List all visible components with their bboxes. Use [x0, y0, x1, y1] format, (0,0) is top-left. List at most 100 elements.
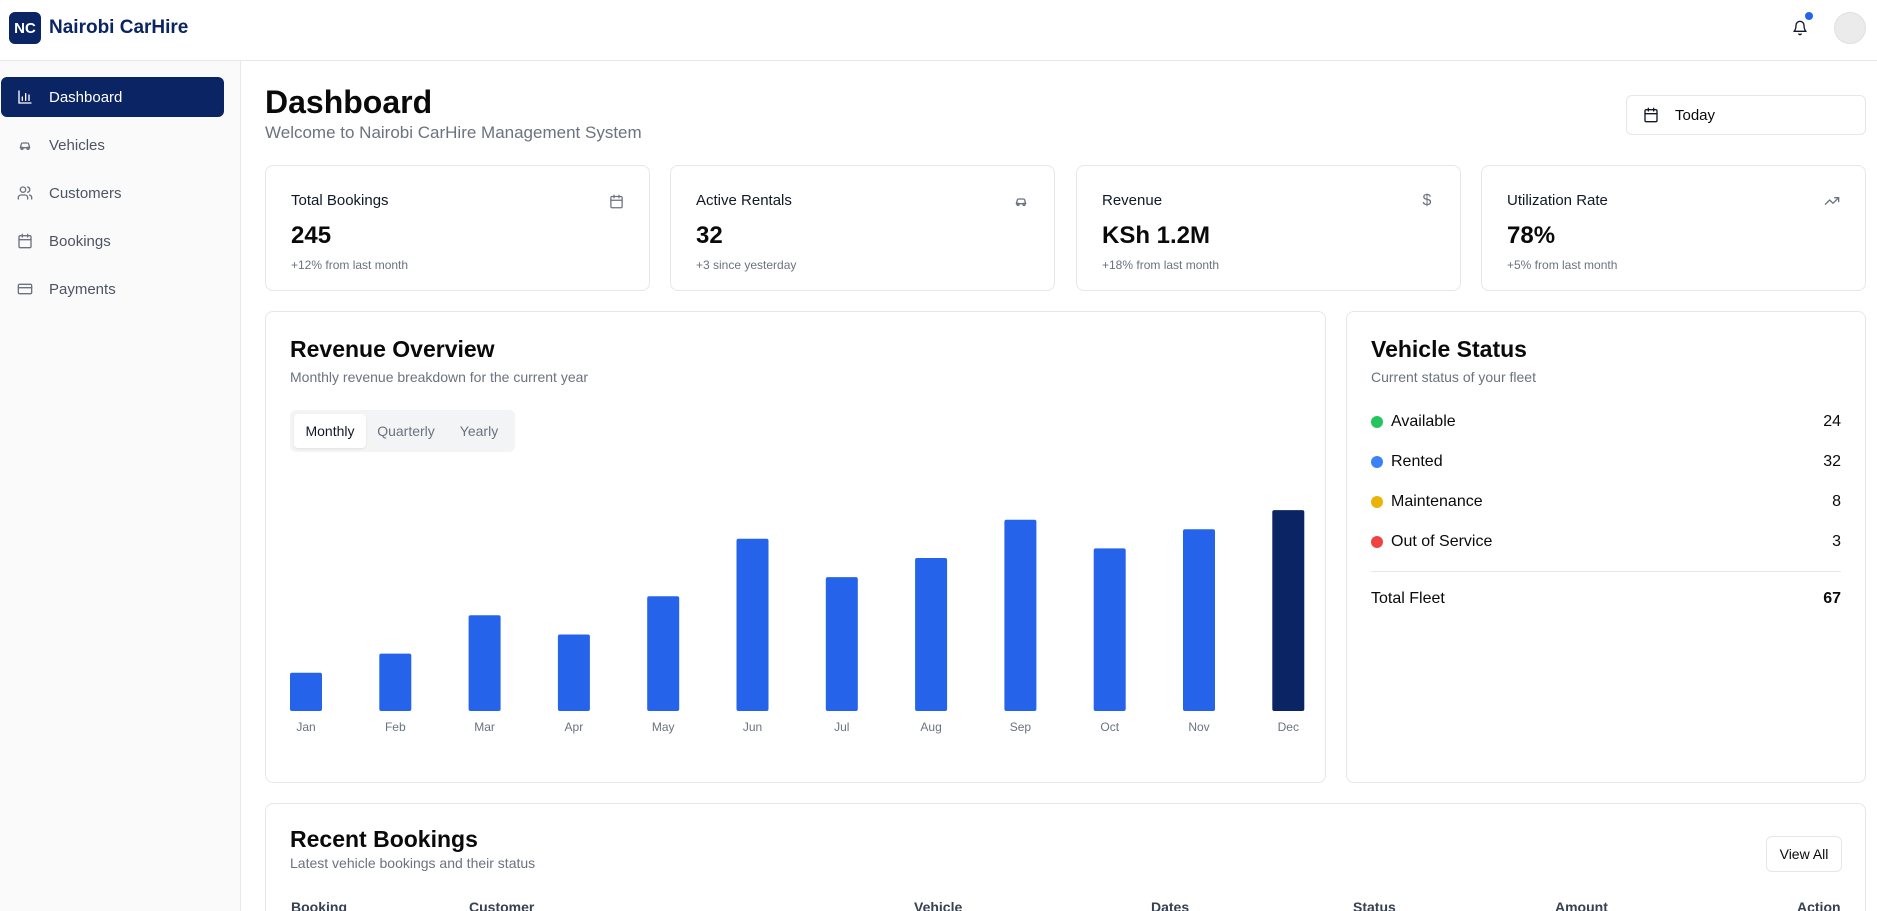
column-header-amount[interactable]: Amount — [1555, 899, 1608, 911]
status-row-out-of-service: Out of Service 3 — [1371, 530, 1841, 554]
status-label: Out of Service — [1391, 533, 1493, 550]
status-count: 3 — [1832, 533, 1841, 550]
stat-value: 245 — [291, 222, 332, 249]
status-count: 32 — [1823, 453, 1841, 470]
column-header-customer[interactable]: Customer — [469, 899, 534, 911]
dollar-icon: $ — [1422, 192, 1432, 209]
bar-may[interactable] — [647, 596, 680, 711]
sidebar: Dashboard Vehicles Customers Bookings Pa… — [0, 61, 241, 911]
stat-change: +3 since yesterday — [696, 258, 797, 272]
status-dot — [1371, 416, 1383, 428]
x-tick-label: Feb — [385, 720, 406, 734]
avatar[interactable] — [1834, 12, 1866, 44]
status-row-rented: Rented 32 — [1371, 450, 1841, 474]
stat-value: 32 — [696, 222, 723, 249]
car-icon — [17, 137, 33, 153]
status-dot — [1371, 496, 1383, 508]
sidebar-item-customers[interactable]: Customers — [1, 173, 224, 213]
column-header-action[interactable]: Action — [1797, 899, 1841, 911]
recent-bookings-title: Recent Bookings — [290, 826, 478, 852]
column-header-vehicle[interactable]: Vehicle — [914, 899, 962, 911]
stat-value: 78% — [1507, 222, 1556, 249]
stat-change: +18% from last month — [1102, 258, 1220, 272]
stat-label: Revenue — [1102, 192, 1163, 209]
recent-bookings-subtitle: Latest vehicle bookings and their status — [290, 855, 536, 871]
brand-name[interactable]: Nairobi CarHire — [49, 17, 188, 39]
bar-sep[interactable] — [1004, 519, 1037, 711]
credit-card-icon — [17, 281, 33, 297]
total-fleet-value: 67 — [1823, 590, 1841, 607]
divider — [1371, 571, 1841, 572]
logo-badge[interactable]: NC — [9, 12, 41, 44]
bar-aug[interactable] — [915, 558, 948, 711]
vehicle-status-title: Vehicle Status — [1371, 336, 1527, 362]
bar-nov[interactable] — [1183, 529, 1215, 711]
total-fleet-label: Total Fleet — [1371, 590, 1445, 607]
bar-apr[interactable] — [557, 634, 590, 712]
page-subtitle: Welcome to Nairobi CarHire Management Sy… — [265, 123, 642, 142]
sidebar-item-label: Bookings — [49, 232, 111, 250]
x-tick-label: Sep — [1010, 720, 1032, 734]
stat-card-revenue: Revenue $ KSh 1.2M +18% from last month — [1076, 165, 1461, 291]
sidebar-item-payments[interactable]: Payments — [1, 269, 224, 309]
recent-bookings-card: Recent Bookings Latest vehicle bookings … — [265, 803, 1866, 911]
sidebar-item-bookings[interactable]: Bookings — [1, 221, 224, 261]
x-tick-label: May — [652, 720, 675, 734]
bar-oct[interactable] — [1093, 548, 1126, 711]
calendar-icon — [1643, 107, 1659, 123]
vehicle-status-subtitle: Current status of your fleet — [1371, 369, 1536, 385]
bar-chart-icon — [17, 89, 33, 105]
date-filter-label: Today — [1675, 106, 1716, 124]
sidebar-item-label: Dashboard — [49, 88, 123, 106]
stat-change: +12% from last month — [291, 258, 409, 272]
x-tick-label: Nov — [1188, 720, 1209, 734]
revenue-bar-chart: Jan Feb Mar Apr May Jun Jul Aug Sep Oct Nov Dec — [290, 510, 1305, 734]
bar-jun[interactable] — [736, 538, 769, 711]
bar-feb[interactable] — [379, 653, 412, 711]
notification-badge — [1805, 12, 1813, 20]
total-fleet-row: Total Fleet 67 — [1371, 587, 1841, 611]
bar-jul[interactable] — [825, 577, 858, 711]
vehicle-status-card: Vehicle Status Current status of your fl… — [1346, 311, 1866, 783]
status-row-available: Available 24 — [1371, 410, 1841, 434]
calendar-icon — [17, 233, 33, 249]
stat-card-total-bookings: Total Bookings 245 +12% from last month — [265, 165, 650, 291]
trending-up-icon — [1823, 192, 1841, 210]
car-icon — [1012, 192, 1030, 210]
stat-card-utilization-rate: Utilization Rate 78% +5% from last month — [1481, 165, 1866, 291]
column-header-dates[interactable]: Dates — [1151, 899, 1189, 911]
column-header-booking[interactable]: Booking — [291, 899, 347, 911]
stat-label: Total Bookings — [291, 192, 389, 209]
sidebar-item-vehicles[interactable]: Vehicles — [1, 125, 224, 165]
bar-mar[interactable] — [468, 615, 501, 711]
stat-label: Utilization Rate — [1507, 192, 1608, 209]
x-tick-label: Jan — [296, 720, 315, 734]
sidebar-item-label: Vehicles — [49, 136, 105, 154]
stat-label: Active Rentals — [696, 192, 792, 209]
status-dot — [1371, 536, 1383, 548]
x-tick-label: Mar — [474, 720, 495, 734]
top-bar: NC Nairobi CarHire — [0, 0, 1877, 61]
date-filter-button[interactable]: Today — [1626, 95, 1866, 135]
view-all-button[interactable]: View All — [1766, 836, 1842, 872]
status-label: Available — [1391, 413, 1456, 430]
bar-dec[interactable] — [1272, 510, 1305, 711]
x-tick-label: Dec — [1278, 720, 1299, 734]
sidebar-item-label: Payments — [49, 280, 116, 298]
x-tick-label: Aug — [920, 720, 941, 734]
column-header-status[interactable]: Status — [1353, 899, 1396, 911]
status-dot — [1371, 456, 1383, 468]
users-icon — [17, 185, 33, 201]
status-count: 24 — [1823, 413, 1841, 430]
stat-card-active-rentals: Active Rentals 32 +3 since yesterday — [670, 165, 1055, 291]
stat-value: KSh 1.2M — [1102, 222, 1211, 249]
bell-icon[interactable] — [1789, 17, 1811, 39]
status-label: Maintenance — [1391, 493, 1483, 510]
revenue-overview-card: Revenue Overview Monthly revenue breakdo… — [265, 311, 1326, 783]
calendar-icon — [607, 192, 625, 210]
x-tick-label: Apr — [565, 720, 584, 734]
x-tick-label: Jul — [834, 720, 849, 734]
x-tick-label: Oct — [1100, 720, 1119, 734]
bar-jan[interactable] — [290, 672, 322, 711]
sidebar-item-dashboard[interactable]: Dashboard — [1, 77, 224, 117]
